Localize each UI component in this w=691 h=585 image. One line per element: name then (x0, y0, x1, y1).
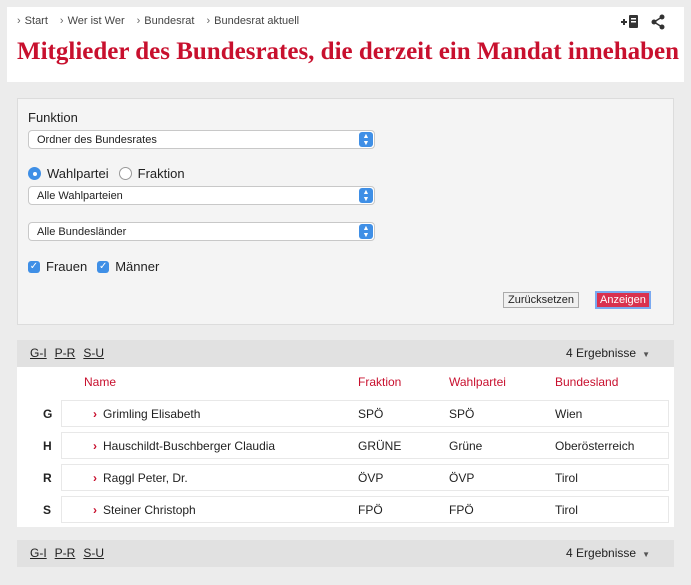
reset-button[interactable]: Zurücksetzen (503, 292, 580, 308)
select-arrows-icon: ▲ ▼ (359, 188, 373, 203)
column-header-fraktion[interactable]: Fraktion (358, 375, 401, 389)
checkbox-frauen[interactable]: ✓ (28, 260, 40, 273)
cell-wahlpartei: Grüne (449, 439, 483, 453)
letter-link-s-u[interactable]: S-U (83, 346, 104, 360)
cell-wahlpartei: ÖVP (449, 471, 475, 485)
share-icon[interactable] (648, 13, 668, 31)
add-to-clipboard-icon[interactable] (620, 13, 640, 31)
table-row: G Grimling Elisabeth SPÖ SPÖ Wien (17, 400, 674, 427)
member-name-link[interactable]: Raggl Peter, Dr. (93, 471, 188, 485)
bundesland-select[interactable]: Alle Bundesländer ▲ ▼ (28, 222, 375, 241)
letter-navigation-bottom: G-I P-R S-U 4 Ergebnisse ▼ (17, 540, 674, 567)
result-count-dropdown[interactable]: 4 Ergebnisse ▼ (566, 346, 650, 360)
result-count-dropdown[interactable]: 4 Ergebnisse ▼ (566, 546, 650, 560)
radio-wahlpartei[interactable] (28, 167, 41, 180)
row-initial: R (43, 471, 52, 485)
member-name-link[interactable]: Steiner Christoph (93, 503, 196, 517)
funktion-select-value: Ordner des Bundesrates (37, 134, 157, 146)
column-header-wahlpartei[interactable]: Wahlpartei (449, 375, 506, 389)
row-initial: H (43, 439, 52, 453)
result-count: 4 Ergebnisse (566, 346, 637, 360)
cell-bundesland: Wien (555, 407, 583, 421)
table-row: H Hauschildt-Buschberger Claudia GRÜNE G… (17, 432, 674, 459)
letter-link-g-i[interactable]: G-I (30, 546, 47, 560)
result-count: 4 Ergebnisse (566, 546, 637, 560)
funktion-select[interactable]: Ordner des Bundesrates ▲ ▼ (28, 130, 375, 149)
cell-wahlpartei: FPÖ (449, 503, 474, 517)
breadcrumb-item-start[interactable]: Start (17, 15, 48, 27)
checkbox-group: ✓ Frauen ✓ Männer (28, 259, 159, 274)
cell-fraktion: ÖVP (358, 471, 384, 485)
wahlpartei-select[interactable]: Alle Wahlparteien ▲ ▼ (28, 186, 375, 205)
cell-fraktion: SPÖ (358, 407, 384, 421)
caret-down-icon: ▼ (642, 350, 650, 359)
radio-wahlpartei-label: Wahlpartei (47, 166, 109, 181)
checkbox-maenner[interactable]: ✓ (97, 260, 110, 273)
column-header-name[interactable]: Name (84, 375, 116, 389)
bundesland-select-value: Alle Bundesländer (37, 226, 127, 238)
filter-panel: Funktion Ordner des Bundesrates ▲ ▼ Wahlp… (17, 98, 674, 325)
row-initial: S (43, 503, 52, 517)
breadcrumb-item-bundesrat-aktuell[interactable]: Bundesrat aktuell (206, 15, 299, 27)
letter-links: G-I P-R S-U (30, 346, 104, 360)
letter-link-p-r[interactable]: P-R (55, 546, 76, 560)
cell-fraktion: GRÜNE (358, 439, 402, 453)
page-tools (620, 13, 668, 31)
cell-fraktion: FPÖ (358, 503, 383, 517)
radio-fraktion[interactable] (118, 167, 132, 180)
letter-links: G-I P-R S-U (30, 546, 104, 560)
checkbox-frauen-label: Frauen (46, 259, 88, 274)
table-row: R Raggl Peter, Dr. ÖVP ÖVP Tirol (17, 464, 674, 491)
radio-fraktion-label: Fraktion (137, 166, 185, 181)
page-header: Start Wer ist Wer Bundesrat Bundesrat ak… (7, 7, 684, 82)
radio-group: Wahlpartei Fraktion (28, 166, 185, 181)
table-row: S Steiner Christoph FPÖ FPÖ Tirol (17, 496, 674, 523)
cell-bundesland: Oberösterreich (555, 439, 635, 453)
letter-link-s-u[interactable]: S-U (83, 546, 104, 560)
results-table: Name Fraktion Wahlpartei Bundesland G Gr… (17, 367, 674, 527)
member-name-link[interactable]: Hauschildt-Buschberger Claudia (93, 439, 275, 453)
cell-bundesland: Tirol (555, 503, 578, 517)
caret-down-icon: ▼ (642, 550, 650, 559)
breadcrumb-item-wer-ist-wer[interactable]: Wer ist Wer (60, 15, 125, 27)
breadcrumb-item-bundesrat[interactable]: Bundesrat (137, 15, 194, 27)
cell-wahlpartei: SPÖ (449, 407, 475, 421)
select-arrows-icon: ▲ ▼ (359, 132, 373, 147)
breadcrumb: Start Wer ist Wer Bundesrat Bundesrat ak… (17, 15, 299, 27)
funktion-label: Funktion (28, 110, 78, 125)
letter-link-g-i[interactable]: G-I (30, 346, 47, 360)
member-name-link[interactable]: Grimling Elisabeth (93, 407, 200, 421)
show-button[interactable]: Anzeigen (595, 291, 651, 309)
cell-bundesland: Tirol (555, 471, 578, 485)
select-arrows-icon: ▲ ▼ (359, 224, 373, 239)
row-initial: G (43, 407, 53, 421)
wahlpartei-select-value: Alle Wahlparteien (37, 190, 123, 202)
letter-navigation-top: G-I P-R S-U 4 Ergebnisse ▼ (17, 340, 674, 367)
checkbox-maenner-label: Männer (115, 259, 160, 274)
page-title: Mitglieder des Bundesrates, die derzeit … (17, 38, 680, 65)
column-header-bundesland[interactable]: Bundesland (555, 375, 618, 389)
letter-link-p-r[interactable]: P-R (55, 346, 76, 360)
